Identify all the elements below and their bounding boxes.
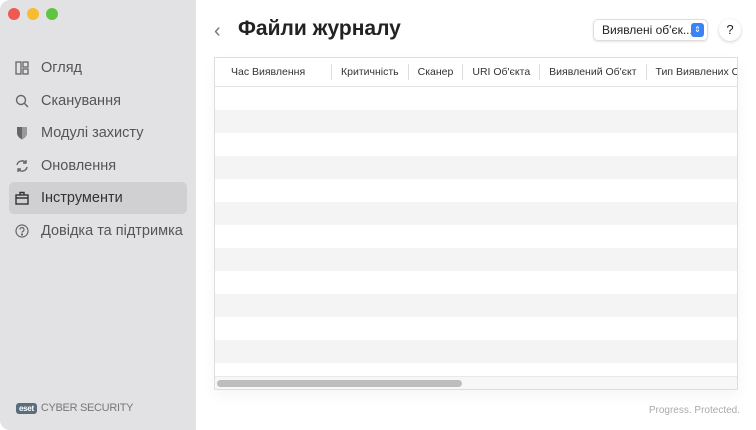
table-row (215, 87, 737, 110)
table-row (215, 225, 737, 248)
log-type-select[interactable]: Виявлені об'єк... ⇕ (593, 19, 708, 41)
table-row (215, 110, 737, 133)
table-row (215, 294, 737, 317)
log-table: Час Виявлення Критичність Сканер URI Об'… (214, 57, 738, 390)
tagline: Progress. Protected. (648, 405, 740, 416)
table-row (215, 248, 737, 271)
sidebar-item-label: Огляд (41, 60, 83, 76)
sidebar-item-label: Сканування (41, 92, 121, 109)
column-header[interactable]: Критичність (332, 64, 409, 80)
page-title: Файли журналу (238, 17, 401, 40)
brand: eset CYBER SECURITY (16, 402, 133, 414)
table-body (215, 87, 737, 386)
sidebar-item-label: Оновлення (41, 157, 117, 174)
sidebar: Огляд Сканування Модулі захисту Оновленн… (0, 0, 196, 430)
sidebar-item-label: Довідка та підтримка (41, 222, 183, 239)
table-row (215, 317, 737, 340)
sidebar-item-tools[interactable]: Інструменти (9, 182, 187, 214)
zoom-button[interactable] (46, 8, 58, 20)
table-header: Час Виявлення Критичність Сканер URI Об'… (215, 58, 737, 87)
toolbox-icon (15, 191, 29, 205)
minimize-button[interactable] (27, 8, 39, 20)
table-row (215, 202, 737, 225)
refresh-icon (16, 159, 28, 172)
sidebar-item-label: Інструменти (41, 190, 123, 206)
table-row (215, 179, 737, 202)
sidebar-nav: Огляд Сканування Модулі захисту Оновленн… (9, 52, 187, 247)
column-header[interactable]: Час Виявлення (215, 64, 332, 80)
column-header[interactable]: Сканер (409, 64, 464, 80)
help-circle-icon (15, 223, 29, 238)
table-row (215, 271, 737, 294)
close-button[interactable] (8, 8, 20, 20)
window-controls (8, 8, 58, 20)
product-name: CYBER SECURITY (40, 402, 134, 414)
eset-logo: eset (16, 402, 37, 414)
column-header[interactable]: Тип Виявлених Об'єктів (647, 64, 737, 80)
back-chevron-icon[interactable]: ‹ (214, 20, 221, 43)
sidebar-item-label: Модулі захисту (41, 125, 144, 141)
shield-icon (17, 127, 27, 140)
sidebar-item-help[interactable]: Довідка та підтримка (9, 215, 187, 247)
dashboard-icon (15, 61, 29, 75)
main-content: ‹ Файли журналу Виявлені об'єк... ⇕ ? Ча… (196, 0, 756, 430)
horizontal-scrollbar[interactable] (215, 376, 737, 389)
sidebar-item-scan[interactable]: Сканування (9, 85, 187, 117)
column-header[interactable]: URI Об'єкта (463, 64, 541, 80)
scrollbar-thumb[interactable] (217, 380, 462, 387)
table-row (215, 156, 737, 179)
column-header[interactable]: Виявлений Об'єкт (540, 64, 647, 80)
search-icon (15, 94, 29, 107)
help-button[interactable]: ? (719, 19, 741, 41)
sidebar-item-overview[interactable]: Огляд (9, 52, 187, 84)
table-row (215, 340, 737, 363)
sidebar-item-protection[interactable]: Модулі захисту (9, 117, 187, 149)
sidebar-item-update[interactable]: Оновлення (9, 150, 187, 182)
select-value: Виявлені об'єк... (602, 23, 693, 37)
table-row (215, 133, 737, 156)
chevron-updown-icon: ⇕ (691, 23, 704, 37)
